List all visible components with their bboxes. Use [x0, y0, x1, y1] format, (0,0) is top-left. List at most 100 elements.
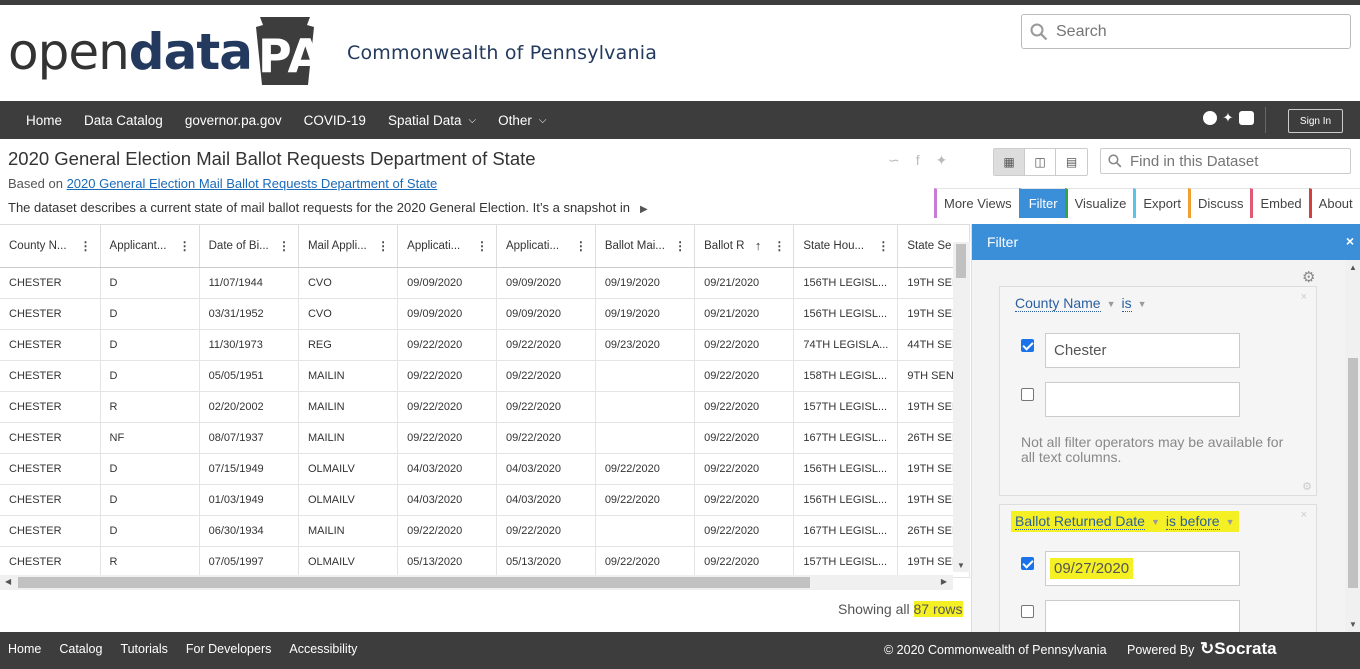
table-cell[interactable]: 09/22/2020 [694, 484, 795, 516]
table-cell[interactable]: 09/21/2020 [694, 298, 795, 330]
table-cell[interactable]: 09/09/2020 [397, 267, 497, 299]
column-header[interactable]: Applicati... ⋮ [496, 225, 596, 268]
remove-filter-icon[interactable]: × [1301, 509, 1307, 521]
table-cell[interactable]: CHESTER [0, 267, 101, 299]
table-cell[interactable]: 08/07/1937 [199, 422, 299, 454]
table-cell[interactable]: 09/22/2020 [496, 360, 596, 392]
filter-value-input[interactable]: 09/27/2020 [1045, 551, 1240, 586]
table-cell[interactable]: CHESTER [0, 391, 101, 423]
grid-view-icon[interactable]: ▦ [994, 149, 1025, 175]
table-cell[interactable]: MAILIN [298, 360, 399, 392]
rss-icon[interactable]: ∽ [888, 152, 900, 169]
filter-value-checkbox[interactable] [1021, 605, 1034, 618]
table-cell[interactable]: 157TH LEGISL... [793, 546, 899, 578]
sign-in-button[interactable]: Sign In [1288, 109, 1343, 133]
table-cell[interactable]: D [100, 453, 200, 485]
filter-value-input[interactable] [1045, 600, 1240, 632]
table-cell[interactable]: CHESTER [0, 453, 101, 485]
scroll-right-icon[interactable]: ▶ [941, 577, 947, 586]
chevron-down-icon[interactable]: ▼ [1107, 299, 1116, 309]
table-cell[interactable]: OLMAILV [298, 484, 399, 516]
table-cell[interactable]: R [100, 391, 200, 423]
table-cell[interactable]: OLMAILV [298, 453, 399, 485]
tab-embed[interactable]: Embed [1250, 188, 1309, 218]
table-cell[interactable]: 04/03/2020 [397, 453, 497, 485]
table-cell[interactable]: MAILIN [298, 515, 399, 547]
table-cell[interactable]: D [100, 298, 200, 330]
nav-home[interactable]: Home [0, 101, 73, 139]
gear-icon[interactable]: ⚙ [1302, 480, 1312, 493]
footer-link-accessibility[interactable]: Accessibility [289, 642, 357, 656]
remove-filter-icon[interactable]: × [1301, 291, 1307, 303]
table-cell[interactable]: D [100, 329, 200, 361]
scroll-down-icon[interactable]: ▼ [957, 561, 965, 570]
column-header[interactable]: County N... ⋮ [0, 225, 101, 268]
based-on-link[interactable]: 2020 General Election Mail Ballot Reques… [67, 176, 438, 191]
table-row[interactable]: CHESTER R 07/05/1997 OLMAILV 05/13/2020 05/13… [0, 546, 970, 578]
find-in-dataset[interactable] [1100, 148, 1351, 174]
table-cell[interactable]: 09/22/2020 [694, 422, 795, 454]
table-cell[interactable]: OLMAILV [298, 546, 399, 578]
filter-column-select[interactable]: Ballot Returned Date [1015, 513, 1145, 530]
table-cell[interactable]: CHESTER [0, 546, 101, 578]
table-cell[interactable]: 07/15/1949 [199, 453, 299, 485]
table-cell[interactable]: 74TH LEGISLA... [793, 329, 899, 361]
column-menu-icon[interactable]: ⋮ [877, 239, 889, 253]
table-row[interactable]: CHESTER D 11/30/1973 REG 09/22/2020 09/22/202… [0, 329, 970, 361]
scroll-left-icon[interactable]: ◀ [5, 577, 11, 586]
table-cell[interactable]: 167TH LEGISL... [793, 422, 899, 454]
table-cell[interactable]: MAILIN [298, 422, 399, 454]
table-cell[interactable] [595, 391, 696, 423]
table-cell[interactable]: 09/22/2020 [694, 360, 795, 392]
nav-governor[interactable]: governor.pa.gov [174, 101, 293, 139]
table-cell[interactable]: 09/22/2020 [694, 515, 795, 547]
tab-more-views[interactable]: More Views [934, 188, 1019, 218]
table-cell[interactable]: 01/03/1949 [199, 484, 299, 516]
table-cell[interactable]: 04/03/2020 [496, 484, 596, 516]
table-cell[interactable]: 09/22/2020 [595, 453, 696, 485]
table-row[interactable]: CHESTER D 01/03/1949 OLMAILV 04/03/2020 04/03… [0, 484, 970, 516]
table-cell[interactable]: 09/22/2020 [397, 391, 497, 423]
table-cell[interactable]: 09/19/2020 [595, 298, 696, 330]
column-menu-icon[interactable]: ⋮ [377, 239, 389, 253]
table-cell[interactable] [595, 422, 696, 454]
table-cell[interactable]: D [100, 515, 200, 547]
table-cell[interactable]: 04/03/2020 [397, 484, 497, 516]
table-cell[interactable]: NF [100, 422, 200, 454]
table-cell[interactable]: 09/22/2020 [397, 515, 497, 547]
chevron-down-icon[interactable]: ▼ [1151, 517, 1160, 527]
tab-visualize[interactable]: Visualize [1064, 188, 1134, 218]
chevron-down-icon[interactable]: ▼ [1226, 517, 1235, 527]
column-header[interactable]: Mail Appli... ⋮ [298, 225, 399, 268]
opendatapa-logo[interactable]: opendata PA [8, 17, 323, 87]
table-cell[interactable]: 09/22/2020 [496, 329, 596, 361]
table-cell[interactable]: 09/22/2020 [397, 360, 497, 392]
table-row[interactable]: CHESTER NF 08/07/1937 MAILIN 09/22/2020 09/22… [0, 422, 970, 454]
column-header[interactable]: Ballot Mai... ⋮ [595, 225, 696, 268]
table-cell[interactable]: 09/22/2020 [694, 391, 795, 423]
table-cell[interactable]: 07/05/1997 [199, 546, 299, 578]
table-cell[interactable]: 09/22/2020 [496, 422, 596, 454]
table-row[interactable]: CHESTER D 07/15/1949 OLMAILV 04/03/2020 04/03… [0, 453, 970, 485]
tab-export[interactable]: Export [1133, 188, 1188, 218]
footer-link-catalog[interactable]: Catalog [59, 642, 102, 656]
grid-horizontal-scrollbar[interactable]: ◀ ▶ [0, 575, 953, 590]
table-cell[interactable]: 09/09/2020 [496, 298, 596, 330]
table-cell[interactable]: 09/19/2020 [595, 267, 696, 299]
grid-vertical-scrollbar[interactable]: ▼ [953, 242, 970, 572]
twitter-icon[interactable]: ✦ [1221, 111, 1235, 125]
split-view-icon[interactable]: ◫ [1025, 149, 1056, 175]
scroll-thumb[interactable] [956, 244, 966, 278]
scroll-thumb[interactable] [18, 577, 810, 588]
footer-link-tutorials[interactable]: Tutorials [120, 642, 167, 656]
table-cell[interactable]: 156TH LEGISL... [793, 267, 899, 299]
table-cell[interactable]: CHESTER [0, 298, 101, 330]
table-cell[interactable]: 09/22/2020 [496, 391, 596, 423]
table-cell[interactable]: 04/03/2020 [496, 453, 596, 485]
table-cell[interactable]: 09/22/2020 [595, 546, 696, 578]
socrata-logo[interactable]: ↻Socrata [1200, 639, 1277, 659]
filter-value-checkbox[interactable] [1021, 388, 1034, 401]
footer-link-developers[interactable]: For Developers [186, 642, 271, 656]
column-header[interactable]: State Hou... ⋮ [793, 225, 899, 268]
table-cell[interactable]: 09/22/2020 [694, 453, 795, 485]
